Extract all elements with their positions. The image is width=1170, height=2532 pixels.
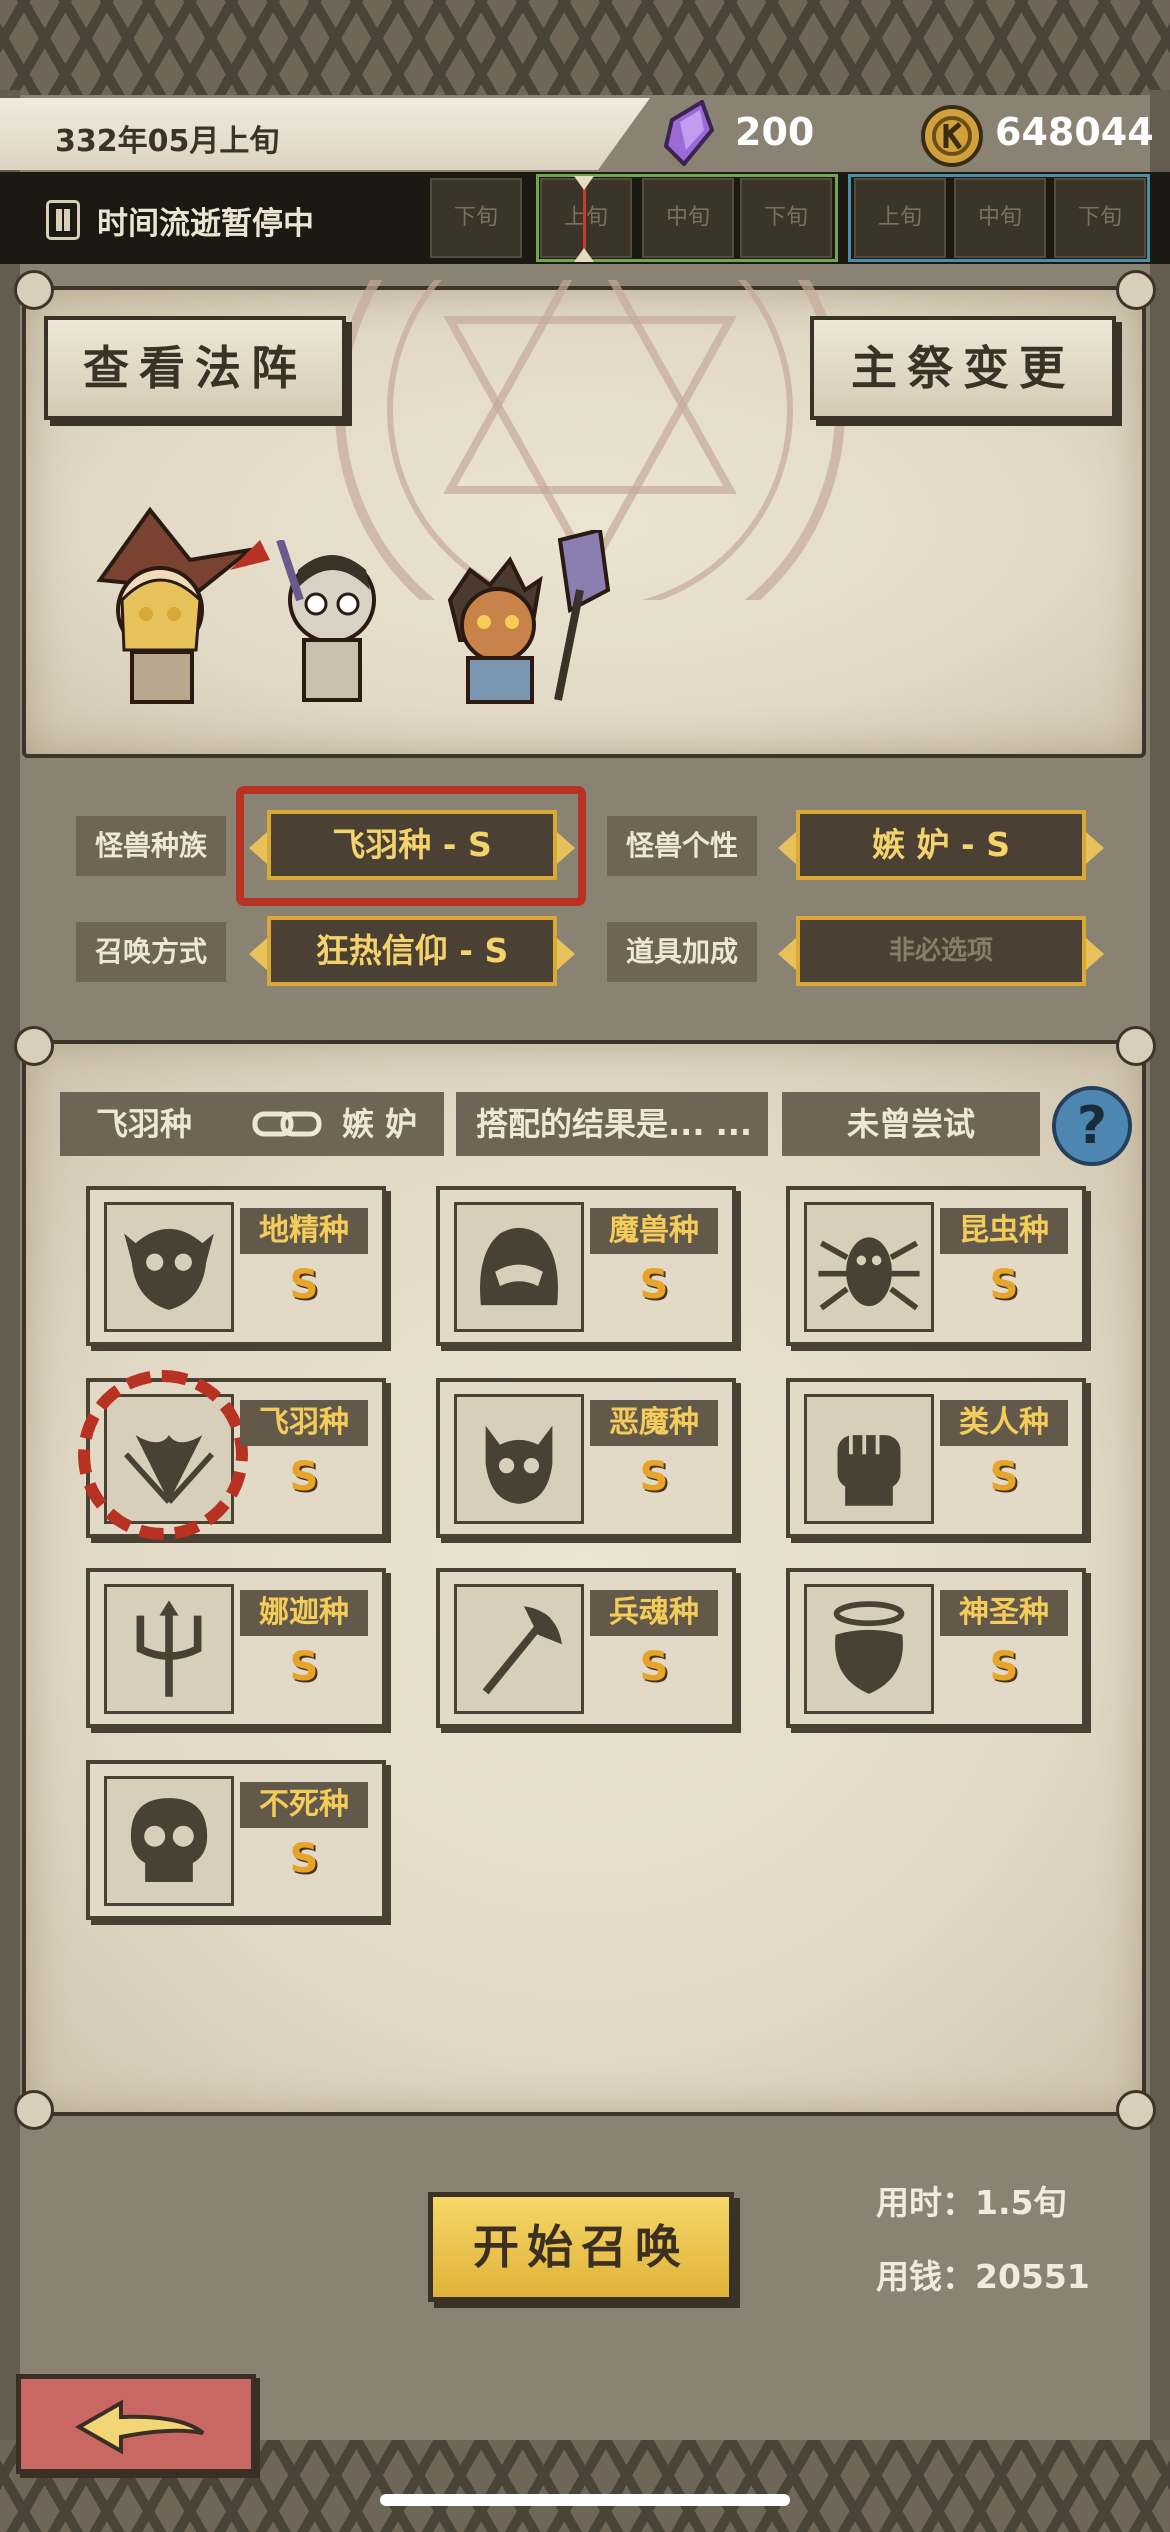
- scroll-corner-icon: [14, 1026, 54, 1066]
- time-slot[interactable]: 下旬: [430, 178, 522, 258]
- personality-next-arrow-icon[interactable]: [1086, 832, 1104, 864]
- money-cost: 用钱：20551: [876, 2257, 1090, 2296]
- species-card-holy[interactable]: 神圣种 S: [786, 1568, 1086, 1728]
- item-value: 非必选项: [888, 936, 993, 966]
- time-marker: [583, 180, 586, 258]
- species-card-undead[interactable]: 不死种 S: [86, 1760, 386, 1920]
- time-cost: 用时：1.5旬: [876, 2183, 1067, 2222]
- change-priest-button[interactable]: 主祭变更: [810, 316, 1116, 420]
- species-name: 昆虫种: [940, 1208, 1068, 1254]
- race-label: 怪兽种族: [76, 816, 226, 876]
- species-name: 地精种: [240, 1208, 368, 1254]
- species-card-humanoid[interactable]: 类人种 S: [786, 1378, 1086, 1538]
- witch-character-icon[interactable]: [80, 500, 280, 710]
- species-name: 兵魂种: [590, 1590, 718, 1636]
- species-rank: S: [639, 1262, 669, 1308]
- species-name: 类人种: [940, 1400, 1068, 1446]
- species-rank: S: [639, 1644, 669, 1690]
- timeline-group-next: [848, 174, 1150, 262]
- species-card-naga[interactable]: 娜迦种 S: [86, 1568, 386, 1728]
- fist-icon: [804, 1394, 934, 1524]
- halo-icon: [804, 1584, 934, 1714]
- personality-selector[interactable]: 嫉 妒 - S: [778, 810, 1104, 880]
- chain-link-icon: [252, 1111, 322, 1137]
- insect-icon: [804, 1202, 934, 1332]
- right-border: [1150, 90, 1170, 2440]
- scroll-corner-icon: [1116, 2090, 1156, 2130]
- method-label: 召唤方式: [76, 922, 226, 982]
- left-border: [0, 90, 20, 2440]
- goblin-icon: [104, 1202, 234, 1332]
- scroll-corner-icon: [1116, 1026, 1156, 1066]
- species-rank: S: [639, 1454, 669, 1500]
- item-next-arrow-icon[interactable]: [1086, 938, 1104, 970]
- demon-icon: [454, 1394, 584, 1524]
- time-marker-bottom-icon: [574, 248, 594, 262]
- time-status: 时间流逝暂停中: [97, 206, 314, 242]
- time-marker-top-icon: [574, 176, 594, 190]
- item-prev-arrow-icon[interactable]: [778, 938, 796, 970]
- species-card-winged[interactable]: 飞羽种 S: [78, 1370, 386, 1540]
- masked-character-icon[interactable]: [270, 540, 400, 710]
- personality-value: 嫉 妒 - S: [872, 825, 1010, 864]
- gem-icon: [663, 100, 715, 166]
- species-card-demon[interactable]: 恶魔种 S: [436, 1378, 736, 1538]
- race-prev-arrow-icon[interactable]: [249, 832, 267, 864]
- back-arrow-icon: [74, 2399, 205, 2455]
- species-rank: S: [289, 1836, 319, 1882]
- combo-status: 未曾尝试: [782, 1092, 1040, 1156]
- combo-right: 嫉 妒: [342, 1105, 418, 1143]
- personality-label: 怪兽个性: [607, 816, 757, 876]
- species-rank: S: [989, 1262, 1019, 1308]
- pause-icon[interactable]: [46, 200, 80, 240]
- race-selector[interactable]: 飞羽种 - S: [249, 810, 575, 880]
- item-selector[interactable]: 非必选项: [778, 916, 1104, 986]
- species-name: 恶魔种: [590, 1400, 718, 1446]
- beast-icon: [454, 1202, 584, 1332]
- axe-icon: [454, 1584, 584, 1714]
- species-card-insect[interactable]: 昆虫种 S: [786, 1186, 1086, 1346]
- scroll-corner-icon: [14, 2090, 54, 2130]
- species-name: 神圣种: [940, 1590, 1068, 1636]
- method-prev-arrow-icon[interactable]: [249, 938, 267, 970]
- combo-left: 飞羽种: [96, 1105, 193, 1143]
- skull-icon: [104, 1776, 234, 1906]
- scroll-corner-icon: [1116, 270, 1156, 310]
- selected-ring-icon: [78, 1370, 248, 1540]
- method-next-arrow-icon[interactable]: [557, 938, 575, 970]
- item-label: 道具加成: [607, 922, 757, 982]
- scroll-corner-icon: [14, 270, 54, 310]
- species-rank: S: [289, 1262, 319, 1308]
- combo-result: 搭配的结果是... ...: [456, 1092, 768, 1156]
- species-card-weapon-soul[interactable]: 兵魂种 S: [436, 1568, 736, 1728]
- species-rank: S: [989, 1454, 1019, 1500]
- top-tribal-border: [0, 0, 1170, 95]
- method-value: 狂热信仰 - S: [315, 931, 509, 970]
- species-card-beast[interactable]: 魔兽种 S: [436, 1186, 736, 1346]
- date-banner: 332年05月上旬: [0, 98, 650, 170]
- personality-prev-arrow-icon[interactable]: [778, 832, 796, 864]
- species-card-goblin[interactable]: 地精种 S: [86, 1186, 386, 1346]
- coin-icon: [921, 105, 983, 167]
- race-value: 飞羽种 - S: [332, 825, 492, 864]
- view-array-button[interactable]: 查看法阵: [44, 316, 346, 420]
- combo-pair: 飞羽种 嫉 妒: [60, 1092, 444, 1156]
- help-button[interactable]: ?: [1052, 1086, 1132, 1166]
- species-name: 飞羽种: [240, 1400, 368, 1446]
- species-rank: S: [289, 1454, 319, 1500]
- species-rank: S: [989, 1644, 1019, 1690]
- species-name: 不死种: [240, 1782, 368, 1828]
- warrior-character-icon[interactable]: [430, 530, 630, 710]
- home-indicator[interactable]: [380, 2494, 790, 2506]
- race-next-arrow-icon[interactable]: [557, 832, 575, 864]
- species-name: 魔兽种: [590, 1208, 718, 1254]
- coin-count: 648044: [995, 110, 1154, 154]
- species-rank: S: [289, 1644, 319, 1690]
- start-summon-button[interactable]: 开始召唤: [428, 2192, 734, 2302]
- gem-count: 200: [735, 110, 815, 154]
- back-button[interactable]: [16, 2374, 256, 2474]
- trident-icon: [104, 1584, 234, 1714]
- species-name: 娜迦种: [240, 1590, 368, 1636]
- method-selector[interactable]: 狂热信仰 - S: [249, 916, 575, 986]
